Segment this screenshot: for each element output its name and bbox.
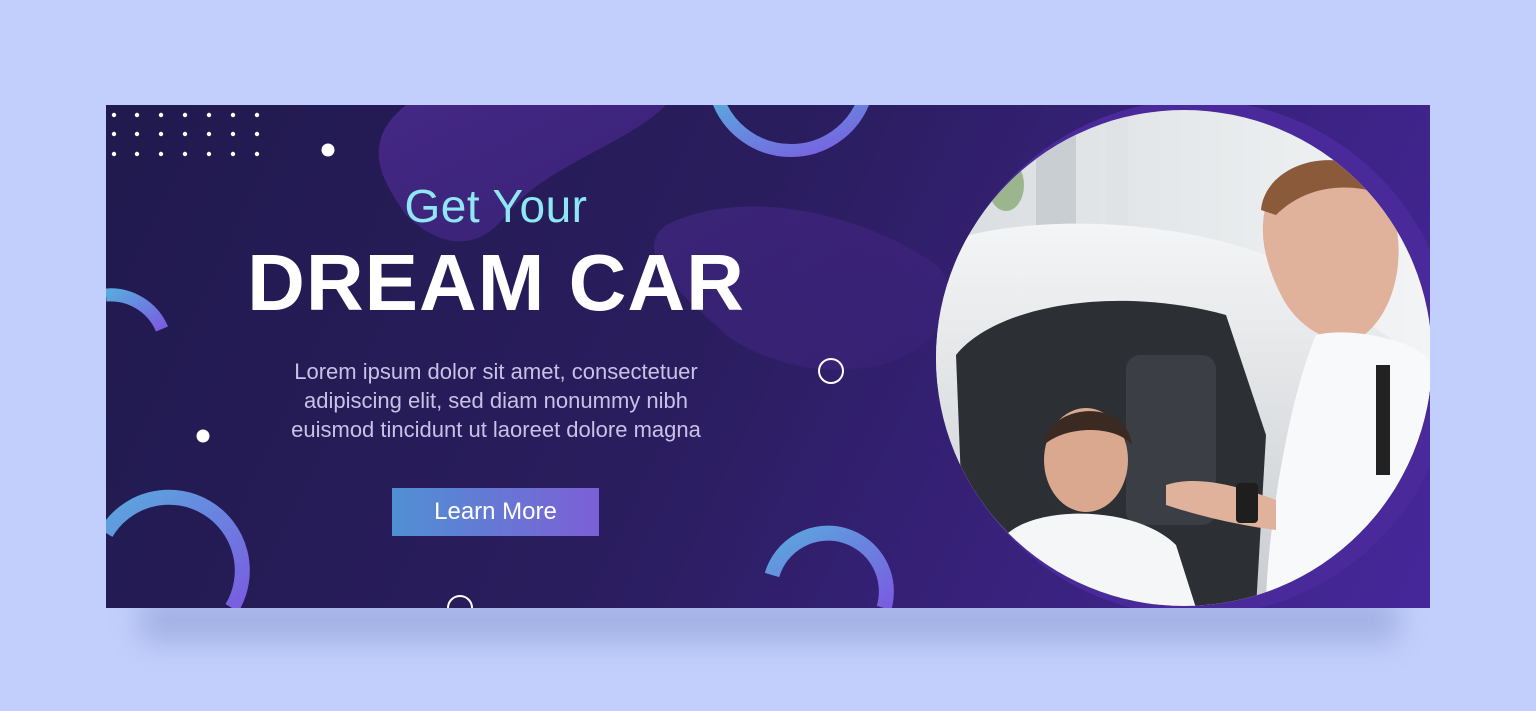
headline-dream-car: DREAM CAR: [247, 238, 745, 327]
description-line: adipiscing elit, sed diam nonummy nibh: [304, 388, 688, 413]
white-dot-left: [196, 429, 210, 443]
white-dot-top: [321, 143, 335, 157]
description-line: Lorem ipsum dolor sit amet, consectetuer: [294, 359, 698, 384]
ring-arc-left: [106, 288, 168, 332]
learn-more-button[interactable]: Learn More: [392, 488, 599, 536]
ring-arc-bottom-left: [106, 489, 250, 608]
description-line: euismod tincidunt ut laoreet dolore magn…: [291, 417, 701, 442]
car-dealer-photo: [936, 110, 1430, 606]
dream-car-banner: Get Your DREAM CAR Lorem ipsum dolor sit…: [106, 105, 1430, 608]
outline-circle-bottom: [447, 595, 473, 608]
dot-grid-pattern: [111, 112, 260, 157]
headline-get-your: Get Your: [404, 180, 588, 232]
ring-arc-bottom-mid: [764, 525, 894, 608]
ring-arc-top: [713, 105, 869, 158]
banner-description: Lorem ipsum dolor sit amet, consectetuer…: [226, 357, 766, 444]
